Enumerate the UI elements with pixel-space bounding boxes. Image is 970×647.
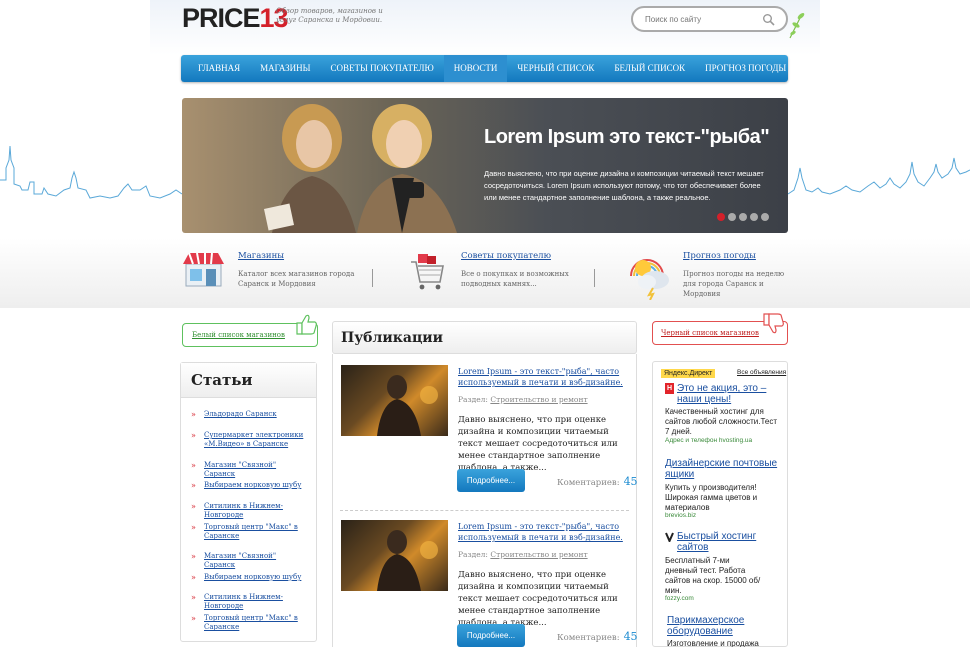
bullet-icon: » xyxy=(191,523,196,532)
nav-item-contacts[interactable]: КОНТАКТЫ xyxy=(796,55,866,82)
ad-text: Бесплатный 7-ми дневный тест. Работа сай… xyxy=(665,556,761,595)
bullet-icon: » xyxy=(191,573,196,582)
feature-divider xyxy=(594,269,595,287)
tagline: Обзор товаров, магазинов и услуг Саранск… xyxy=(276,7,383,24)
feature-weather-desc: Прогноз погоды на неделю для города Сара… xyxy=(683,270,785,298)
post-thumbnail[interactable] xyxy=(341,365,448,436)
bullet-icon: » xyxy=(191,481,196,490)
bullet-icon: » xyxy=(191,552,196,561)
read-more-button[interactable]: Подробнее... xyxy=(457,624,525,647)
bullet-icon: » xyxy=(191,614,196,623)
nav-item-news[interactable]: НОВОСТИ xyxy=(443,55,508,82)
post-comments: Коментариев: 45 xyxy=(557,630,638,643)
slider-dot-5[interactable] xyxy=(761,213,769,221)
feature-shops-link[interactable]: Магазины xyxy=(238,251,284,261)
feature-weather-link[interactable]: Прогноз погоды xyxy=(683,251,756,261)
feature-shops-desc: Каталог всех магазинов города Саранск и … xyxy=(238,270,355,288)
post-section: Раздел: Строительство и ремонт xyxy=(458,395,588,404)
direct-label: Яндекс.Директ xyxy=(661,369,716,378)
articles-panel: Статьи » Эльдорадо Саранск » Супермаркет э… xyxy=(180,362,317,642)
weather-icon xyxy=(630,259,669,300)
feature-tips-link[interactable]: Советы покупателю xyxy=(461,251,551,261)
post-comments: Коментариев: 45 xyxy=(557,475,638,488)
ad-title-link[interactable]: Это не акция, это – наши цены! xyxy=(677,383,781,405)
banner-title: Lorem Ipsum это текст-"рыба" xyxy=(484,126,770,148)
articles-title: Статьи xyxy=(191,371,253,389)
comments-count: 45 xyxy=(623,475,638,488)
ad-url[interactable]: fozzy.com xyxy=(665,595,694,602)
leaf-decoration-icon xyxy=(789,13,805,39)
bullet-icon: » xyxy=(191,431,196,440)
page: PRICE13 Обзор товаров, магазинов и услуг… xyxy=(0,0,970,647)
logo[interactable]: PRICE13 xyxy=(182,3,289,33)
slider-dot-3[interactable] xyxy=(739,213,747,221)
slider-dots xyxy=(717,213,769,221)
thumbs-up-icon xyxy=(296,314,317,335)
nav-item-tips[interactable]: СОВЕТЫ ПОКУПАТЕЛЮ xyxy=(321,55,444,82)
feature-divider xyxy=(372,269,373,287)
slider-dot-2[interactable] xyxy=(728,213,736,221)
post-section-link[interactable]: Строительство и ремонт xyxy=(490,550,587,559)
ad-favicon-icon xyxy=(665,532,674,542)
white-list-link[interactable]: Белый список магазинов xyxy=(192,331,285,339)
ad-text: Купить у производителя! Широкая гамма цв… xyxy=(665,483,758,512)
post-excerpt: Давно выяснено, что при оценке дизайна и… xyxy=(458,570,618,628)
cart-icon xyxy=(411,254,444,290)
search-box xyxy=(631,6,788,32)
bullet-icon: » xyxy=(191,593,196,602)
yandex-direct-ads: Яндекс.Директ Все объявления H Это не ак… xyxy=(652,361,788,647)
comments-count: 45 xyxy=(623,630,638,643)
hero-banner: Lorem Ipsum это текст-"рыба" Давно выясн… xyxy=(182,98,788,233)
black-list-link[interactable]: Черный список магазинов xyxy=(661,329,759,337)
ad-title-link[interactable]: Дизайнерские почтовые ящики xyxy=(665,458,783,480)
main-nav: ГЛАВНАЯ МАГАЗИНЫ СОВЕТЫ ПОКУПАТЕЛЮ НОВОС… xyxy=(181,55,856,82)
nav-item-whitelist[interactable]: БЕЛЫЙ СПИСОК xyxy=(604,55,695,82)
post-section-link[interactable]: Строительство и ремонт xyxy=(490,395,587,404)
read-more-button[interactable]: Подробнее... xyxy=(457,469,525,492)
comments-label: Коментариев: xyxy=(557,633,620,643)
post-divider xyxy=(340,510,629,511)
nav-item-weather[interactable]: ПРОГНОЗ ПОГОДЫ xyxy=(695,55,796,82)
ad-title-link[interactable]: Парикмахерское оборудование xyxy=(667,615,785,637)
articles-header: Статьи xyxy=(181,363,316,398)
post-section-label: Раздел: xyxy=(458,550,488,559)
ad-title-link[interactable]: Быстрый хостинг сайтов xyxy=(677,531,781,553)
post-title-link[interactable]: Lorem Ipsum - это текст-"рыба", часто ис… xyxy=(458,521,628,543)
shop-icon xyxy=(183,252,224,287)
post-thumbnail[interactable] xyxy=(341,520,448,591)
thumbs-down-icon xyxy=(763,313,784,334)
slider-dot-4[interactable] xyxy=(750,213,758,221)
ad-text: Изготовление и продажа xyxy=(667,639,759,647)
ad-url[interactable]: brevios.biz xyxy=(665,512,696,519)
bullet-icon: » xyxy=(191,410,196,419)
nav-item-home[interactable]: ГЛАВНАЯ xyxy=(188,55,250,82)
search-icon[interactable] xyxy=(762,12,776,26)
all-ads-link[interactable]: Все объявления xyxy=(737,369,786,376)
post-excerpt: Давно выяснено, что при оценке дизайна и… xyxy=(458,415,618,473)
search-input[interactable] xyxy=(645,12,760,26)
publications-header: Публикации xyxy=(332,321,637,354)
nav-item-shops[interactable]: МАГАЗИНЫ xyxy=(250,55,320,82)
comments-label: Коментариев: xyxy=(557,478,620,488)
banner-photo xyxy=(263,104,457,233)
post-section-label: Раздел: xyxy=(458,395,488,404)
publications-title: Публикации xyxy=(341,330,444,346)
bullet-icon: » xyxy=(191,502,196,511)
ad-text: Качественный хостинг для сайтов любой сл… xyxy=(665,407,778,436)
bullet-icon: » xyxy=(191,461,196,470)
feature-tips-desc: Все о покупках и возможных подводных кам… xyxy=(461,270,569,288)
slider-dot-1[interactable] xyxy=(717,213,725,221)
post-section: Раздел: Строительство и ремонт xyxy=(458,550,588,559)
banner-text: Давно выяснено, что при оценке дизайна и… xyxy=(484,169,764,202)
post-title-link[interactable]: Lorem Ipsum - это текст-"рыба", часто ис… xyxy=(458,366,628,388)
ad-favicon-icon: H xyxy=(665,383,674,394)
nav-item-blacklist[interactable]: ЧЕРНЫЙ СПИСОК xyxy=(507,55,604,82)
logo-text: PRICE xyxy=(182,3,261,33)
ad-url[interactable]: Адрес и телефон hvosting.ua xyxy=(665,437,752,444)
